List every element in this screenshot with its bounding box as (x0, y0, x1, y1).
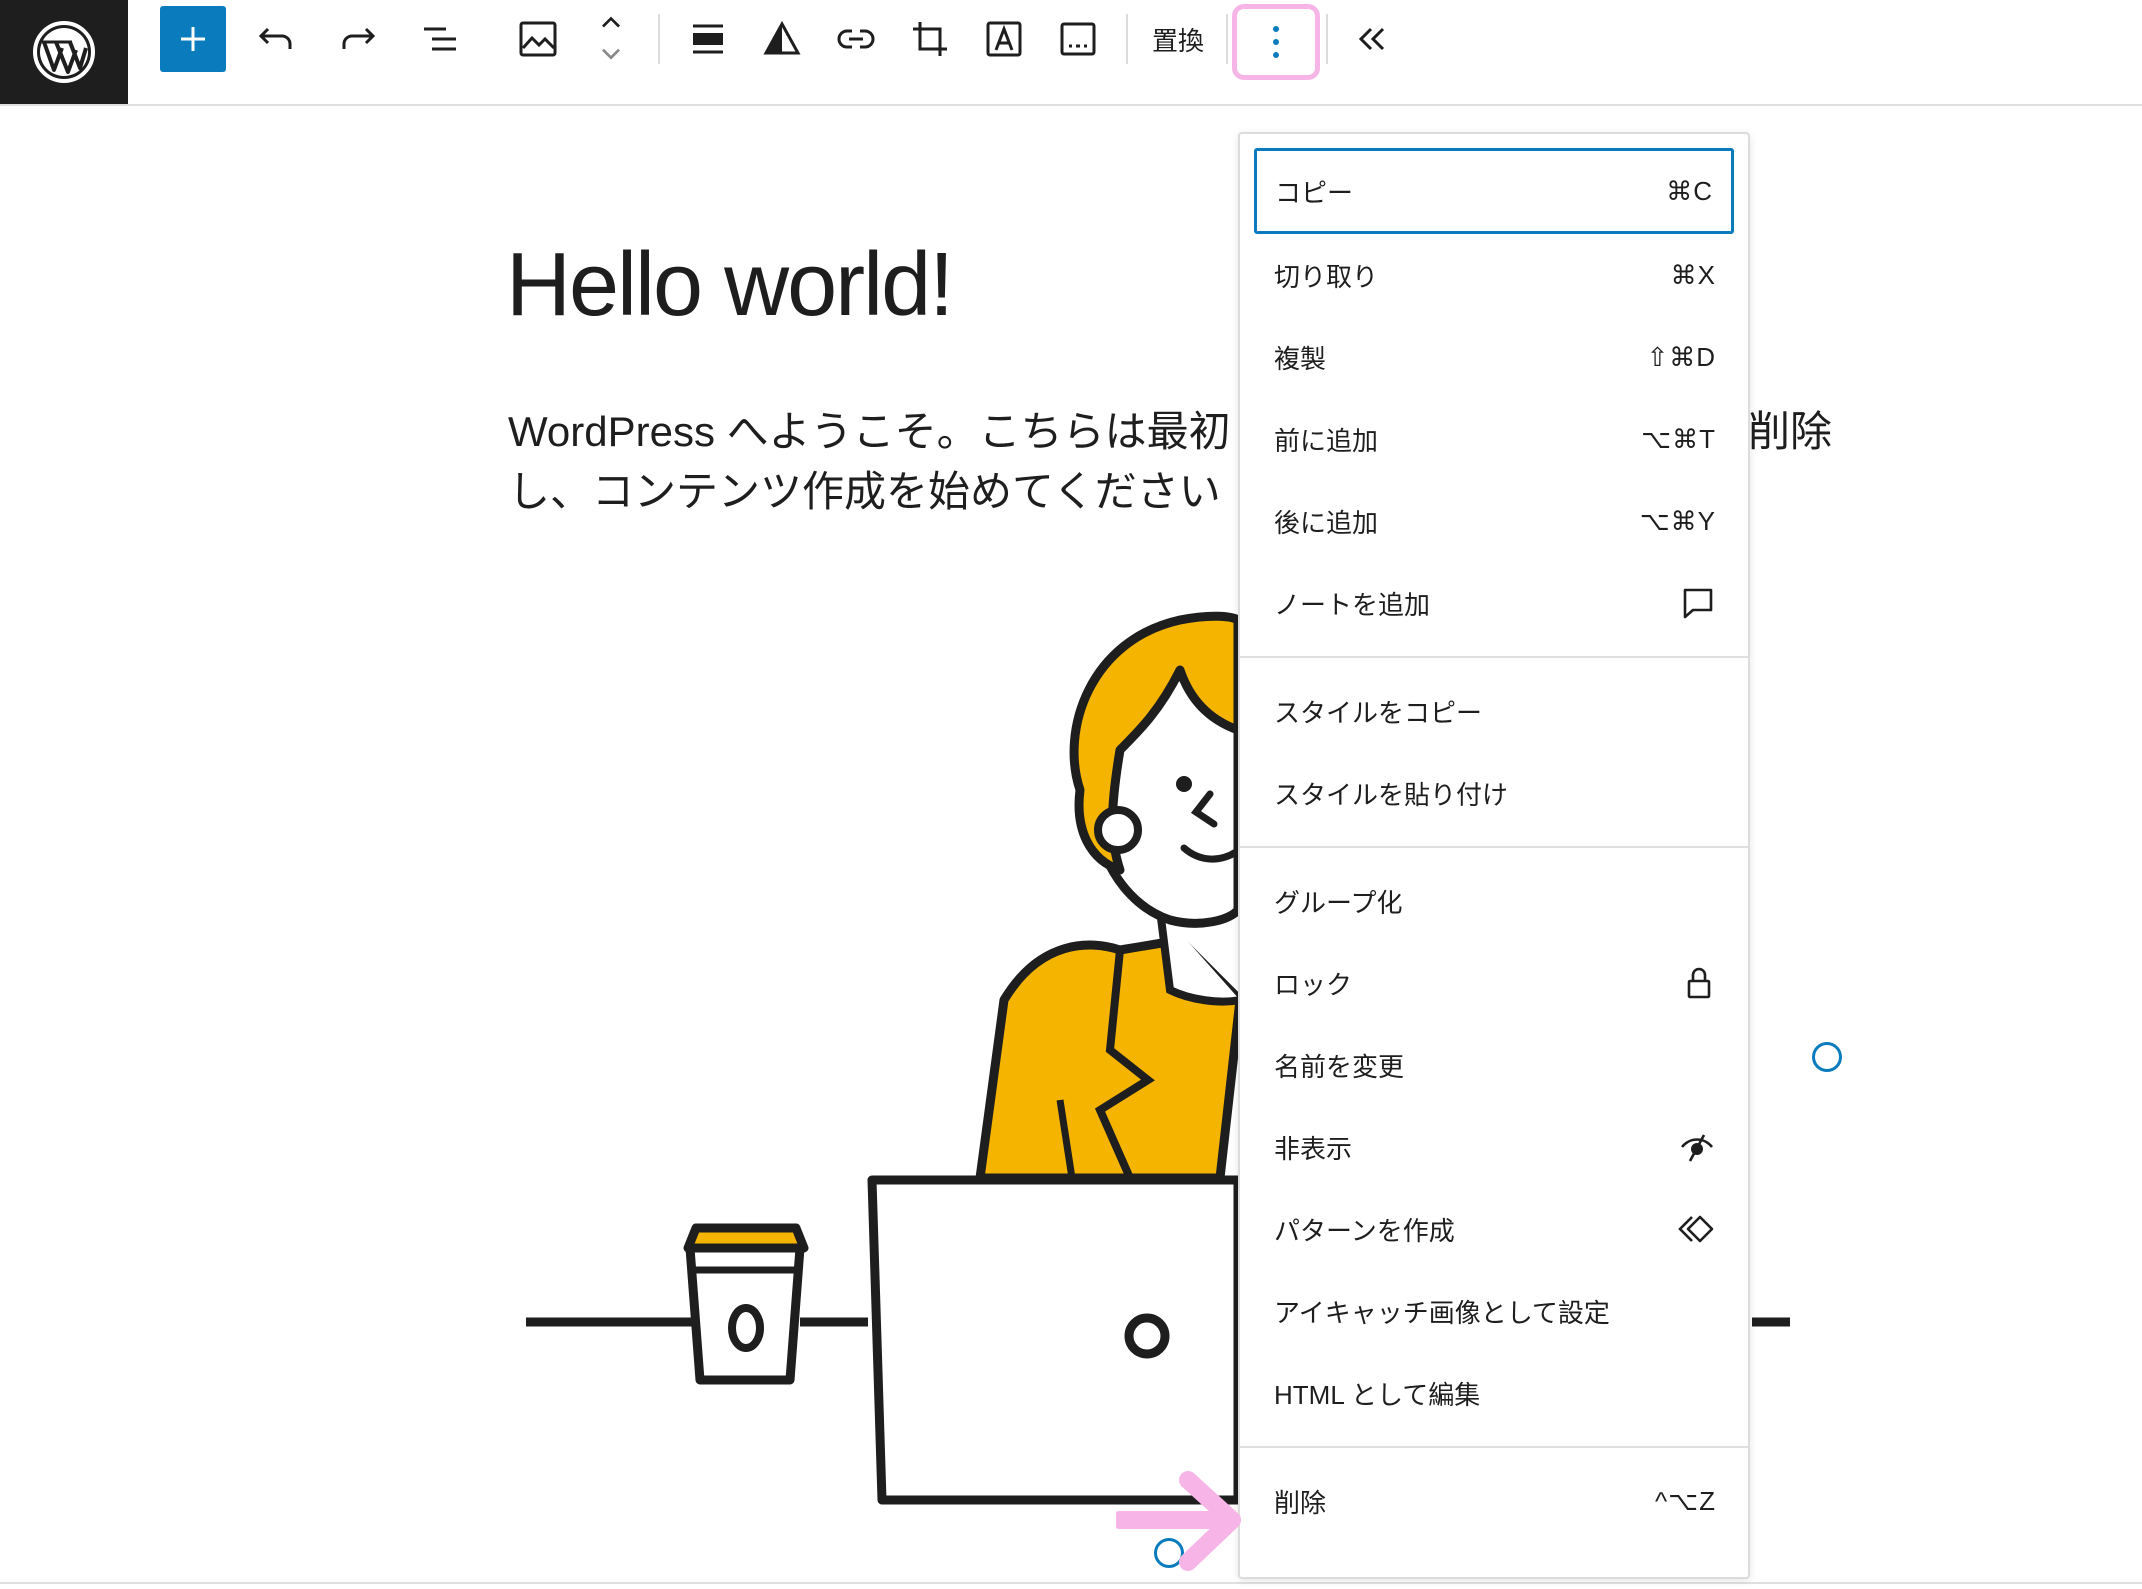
more-vertical-icon (1273, 26, 1279, 58)
undo-icon (258, 27, 292, 49)
crop-button[interactable] (904, 14, 956, 64)
chevron-up-down-icon (602, 16, 620, 60)
menu-item-cut[interactable]: 切り取り ⌘X (1240, 234, 1748, 316)
document-overview-button[interactable] (414, 14, 466, 64)
menu-item-shortcut: ⇧⌘D (1646, 341, 1716, 372)
menu-item-shortcut: ⌘X (1670, 259, 1716, 290)
comment-icon (1680, 585, 1716, 621)
menu-item-label: 前に追加 (1274, 425, 1379, 456)
menu-item-lock[interactable]: ロック (1240, 942, 1748, 1024)
move-up-down-buttons[interactable] (586, 14, 636, 64)
caption-button[interactable] (1052, 14, 1104, 64)
crop-icon (913, 22, 947, 56)
menu-item-label: コピー (1275, 177, 1354, 208)
block-options-button[interactable] (1232, 4, 1320, 80)
menu-item-add-note[interactable]: ノートを追加 (1240, 562, 1748, 644)
menu-item-shortcut: ⌥⌘T (1641, 423, 1716, 454)
align-button[interactable] (682, 14, 734, 64)
menu-item-label: 名前を変更 (1274, 1051, 1405, 1082)
caption-icon (1060, 22, 1096, 56)
menu-item-shortcut: ^⌥Z (1654, 1485, 1716, 1516)
menu-group-edit: コピー ⌘C 切り取り ⌘X 複製 ⇧⌘D 前に追加 ⌥⌘T 後に追加 ⌥⌘Y … (1240, 148, 1748, 644)
menu-item-copy-styles[interactable]: スタイルをコピー (1240, 670, 1748, 752)
link-icon (837, 29, 875, 49)
align-wide-icon (693, 24, 723, 54)
image-icon (519, 21, 557, 57)
wordpress-logo[interactable] (0, 0, 128, 104)
menu-item-label: グループ化 (1274, 887, 1403, 918)
menu-item-shortcut: ⌥⌘Y (1639, 505, 1716, 536)
toolbar-divider (1226, 14, 1228, 64)
menu-item-create-pattern[interactable]: パターンを作成 (1240, 1188, 1748, 1270)
resize-handle-right[interactable] (1812, 1042, 1842, 1072)
menu-item-paste-styles[interactable]: スタイルを貼り付け (1240, 752, 1748, 834)
menu-item-duplicate[interactable]: 複製 ⇧⌘D (1240, 316, 1748, 398)
text-over-image-icon (986, 21, 1022, 57)
menu-item-label: スタイルを貼り付け (1274, 779, 1509, 810)
redo-icon (342, 27, 376, 49)
menu-item-rename[interactable]: 名前を変更 (1240, 1024, 1748, 1106)
toolbar-divider (1326, 14, 1328, 64)
paragraph-line-1: WordPress へようこそ。こちらは最初 (508, 408, 1231, 455)
link-button[interactable] (830, 14, 882, 64)
content-bottom-border (0, 1582, 2142, 1584)
post-title[interactable]: Hello world! (506, 236, 954, 335)
undo-button[interactable] (250, 14, 302, 64)
menu-item-label: ノートを追加 (1274, 589, 1431, 620)
menu-item-label: 削除 (1274, 1487, 1327, 1518)
menu-item-label: スタイルをコピー (1274, 697, 1483, 728)
menu-item-label: 非表示 (1274, 1133, 1353, 1164)
menu-item-shortcut: ⌘C (1666, 175, 1713, 206)
list-view-icon (424, 27, 456, 51)
menu-item-set-featured-image[interactable]: アイキャッチ画像として設定 (1240, 1270, 1748, 1352)
menu-item-insert-before[interactable]: 前に追加 ⌥⌘T (1240, 398, 1748, 480)
pink-arrow-annotation (1116, 1471, 1241, 1571)
menu-item-delete[interactable]: 削除 ^⌥Z (1240, 1460, 1748, 1542)
menu-item-hide[interactable]: 非表示 (1240, 1106, 1748, 1188)
menu-group-styles: スタイルをコピー スタイルを貼り付け (1240, 658, 1748, 846)
menu-item-label: 切り取り (1274, 261, 1379, 292)
paragraph-line-1-tail: 削除 (1748, 408, 1833, 455)
menu-item-insert-after[interactable]: 後に追加 ⌥⌘Y (1240, 480, 1748, 562)
text-overlay-button[interactable] (978, 14, 1030, 64)
paragraph-line-2: し、コンテンツ作成を始めてください (508, 468, 1221, 515)
menu-item-copy[interactable]: コピー ⌘C (1254, 148, 1734, 234)
replace-label: 置換 (1151, 25, 1204, 56)
hidden-eye-icon (1678, 1129, 1716, 1165)
block-type-button[interactable] (512, 14, 564, 64)
block-toolbar: 置換 (0, 0, 2142, 106)
menu-group-delete: 削除 ^⌥Z (1240, 1448, 1748, 1542)
wordpress-icon (33, 21, 95, 83)
symbol-icon (1676, 1211, 1716, 1247)
block-options-menu: コピー ⌘C 切り取り ⌘X 複製 ⇧⌘D 前に追加 ⌥⌘T 後に追加 ⌥⌘Y … (1238, 132, 1750, 1579)
add-block-button[interactable] (160, 6, 226, 72)
collapse-toolbar-button[interactable] (1348, 14, 1398, 64)
toolbar-divider (658, 14, 660, 64)
menu-item-label: 複製 (1274, 343, 1327, 374)
redo-button[interactable] (332, 14, 384, 64)
toolbar-divider (1126, 14, 1128, 64)
menu-item-label: パターンを作成 (1274, 1215, 1455, 1246)
menu-item-label: 後に追加 (1274, 507, 1379, 538)
duotone-icon (763, 20, 801, 55)
lock-icon (1682, 965, 1716, 1001)
chevron-double-left-icon (1358, 27, 1385, 51)
menu-item-label: ロック (1274, 969, 1353, 1000)
menu-item-label: アイキャッチ画像として設定 (1274, 1297, 1610, 1328)
replace-button[interactable]: 置換 (1144, 14, 1212, 64)
menu-group-block-tools: グループ化 ロック 名前を変更 非表示 パターンを作成 アイキャッチ画像として設… (1240, 848, 1748, 1446)
plus-icon (181, 27, 205, 51)
menu-item-group[interactable]: グループ化 (1240, 860, 1748, 942)
menu-item-edit-as-html[interactable]: HTML として編集 (1240, 1352, 1748, 1434)
menu-item-label: HTML として編集 (1274, 1379, 1481, 1410)
duotone-button[interactable] (756, 14, 808, 64)
